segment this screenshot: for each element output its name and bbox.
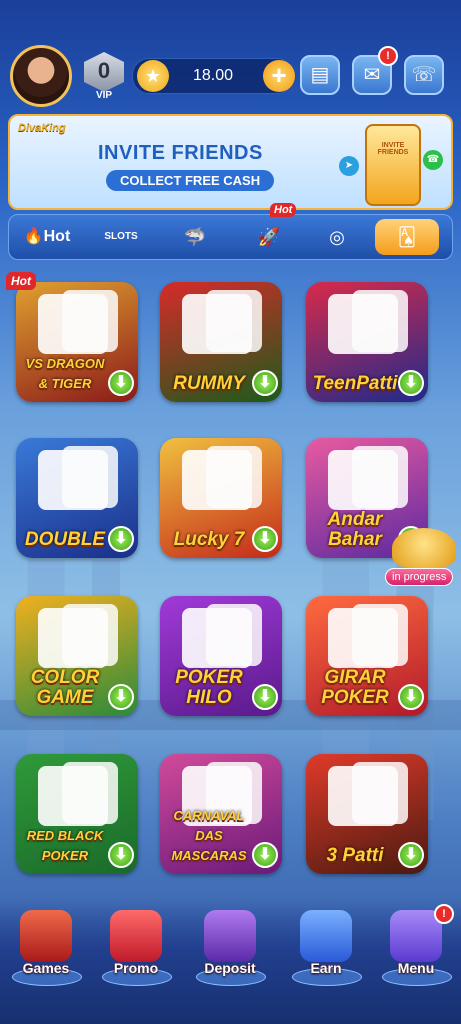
mail-badge: ! <box>378 46 398 66</box>
game-title: VS DRAGON & TIGER <box>25 356 105 391</box>
game-title: Lucky 7 <box>173 529 245 550</box>
gift-icon <box>110 910 162 962</box>
download-icon[interactable]: ⬇ <box>108 370 134 396</box>
game-tile[interactable]: COLOR GAME ⬇ <box>16 596 138 716</box>
top-bar: 0 VIP ★ 18.00 + ▤ ✉ ! ☏ <box>4 40 457 110</box>
banner-subtitle: COLLECT FREE CASH <box>106 170 275 191</box>
download-icon[interactable]: ⬇ <box>252 370 278 396</box>
game-tile[interactable]: RED BLACK POKER ⬇ <box>16 754 138 874</box>
roulette-icon: ◎ <box>329 227 345 247</box>
cards-icon: 🂡 <box>397 227 417 247</box>
game-tile[interactable]: 3 Patti ⬇ <box>306 754 428 874</box>
game-title: POKER HILO <box>175 667 243 708</box>
telegram-icon: ➤ <box>339 156 359 176</box>
hot-corner-tag: Hot <box>6 272 36 290</box>
game-title: COLOR GAME <box>30 667 100 708</box>
shark-icon: 🦈 <box>183 227 207 247</box>
phone-money-icon <box>300 910 352 962</box>
balance-amount: 18.00 <box>193 67 234 84</box>
game-title: RED BLACK POKER <box>26 828 104 863</box>
nav-deposit[interactable]: Deposit <box>190 900 270 990</box>
whatsapp-icon: ☎ <box>423 150 443 170</box>
banner-phone-icon: INVITE FRIENDS <box>365 124 421 206</box>
game-tile[interactable]: TeenPatti ⬇ <box>306 282 428 402</box>
game-tile[interactable]: POKER HILO ⬇ <box>160 596 282 716</box>
game-title: 3 Patti <box>326 845 384 866</box>
nav-games[interactable]: Games <box>6 900 86 990</box>
tab-roulette[interactable]: ◎ <box>305 215 369 259</box>
tab-crash[interactable]: 🚀 <box>237 215 301 259</box>
playing-card-icon <box>352 446 408 508</box>
add-funds-button[interactable]: + <box>263 60 295 92</box>
genie-lamp-icon <box>392 528 456 568</box>
support-button[interactable]: ☏ <box>404 55 444 95</box>
game-title: TeenPatti <box>312 373 398 394</box>
download-icon[interactable]: ⬇ <box>398 370 424 396</box>
category-tabs: 🔥Hot SLOTS 🦈 🚀 ◎ 🂡 <box>8 214 453 260</box>
slots-icon: SLOTS <box>104 231 138 242</box>
nav-menu-label: Menu <box>397 960 435 976</box>
in-progress-badge: in progress <box>385 568 454 586</box>
invite-banner[interactable]: DivaKing INVITE FRIENDS COLLECT FREE CAS… <box>8 114 453 210</box>
wallet-button[interactable]: ▤ <box>300 55 340 95</box>
nav-promo[interactable]: Promo <box>96 900 176 990</box>
download-icon[interactable]: ⬇ <box>252 526 278 552</box>
coin-icon: ★ <box>137 60 169 92</box>
playing-card-icon <box>62 762 118 824</box>
download-icon[interactable]: ⬇ <box>108 684 134 710</box>
nav-deposit-label: Deposit <box>204 960 256 976</box>
game-title: RUMMY <box>173 373 245 394</box>
game-title: CARNAVAL DAS MASCARAS <box>171 808 247 863</box>
game-tile[interactable]: VS DRAGON & TIGER ⬇ <box>16 282 138 402</box>
download-icon[interactable]: ⬇ <box>108 842 134 868</box>
download-icon[interactable]: ⬇ <box>398 842 424 868</box>
playing-card-icon <box>62 290 118 352</box>
playing-card-icon <box>352 290 408 352</box>
vip-label: VIP <box>95 90 113 101</box>
game-title: DOUBLE <box>24 529 106 550</box>
tab-slots[interactable]: SLOTS <box>89 215 153 259</box>
balance-box: ★ 18.00 + <box>132 58 295 94</box>
wallet-icon <box>204 910 256 962</box>
playing-card-icon <box>352 604 408 666</box>
playing-card-icon <box>352 762 408 824</box>
slot-machine-icon <box>20 910 72 962</box>
bottom-nav: Games Promo Deposit Earn Menu ! <box>0 900 461 1024</box>
flame-icon: 🔥 <box>23 228 44 245</box>
playing-card-icon <box>206 604 262 666</box>
game-tile[interactable]: CARNAVAL DAS MASCARAS ⬇ <box>160 754 282 874</box>
game-tile[interactable]: DOUBLE ⬇ <box>16 438 138 558</box>
game-tile[interactable]: GIRAR POKER ⬇ <box>306 596 428 716</box>
tab-fishing[interactable]: 🦈 <box>163 215 227 259</box>
download-icon[interactable]: ⬇ <box>398 684 424 710</box>
banner-title: INVITE FRIENDS <box>98 142 263 164</box>
nav-promo-label: Promo <box>113 960 159 976</box>
menu-badge: ! <box>434 904 454 924</box>
playing-card-icon <box>206 290 262 352</box>
game-tile[interactable]: RUMMY ⬇ <box>160 282 282 402</box>
game-tile[interactable]: Lucky 7 ⬇ <box>160 438 282 558</box>
brand-logo: DivaKing <box>18 122 66 134</box>
game-title: Andar Bahar <box>327 509 383 550</box>
tab-hot[interactable]: 🔥Hot <box>15 215 79 259</box>
game-title: GIRAR POKER <box>321 667 389 708</box>
nav-earn[interactable]: Earn <box>286 900 366 990</box>
vip-level: 0 <box>97 58 111 83</box>
playing-card-icon <box>206 446 262 508</box>
nav-games-label: Games <box>22 960 70 976</box>
rocket-icon: 🚀 <box>257 227 281 247</box>
avatar[interactable] <box>10 45 72 107</box>
tab-cards[interactable]: 🂡 <box>375 219 439 255</box>
playing-card-icon <box>62 604 118 666</box>
download-icon[interactable]: ⬇ <box>252 684 278 710</box>
nav-earn-label: Earn <box>310 960 342 976</box>
download-icon[interactable]: ⬇ <box>252 842 278 868</box>
nav-menu[interactable]: Menu ! <box>376 900 456 990</box>
vip-badge[interactable]: 0 VIP <box>84 52 124 104</box>
banner-phone-text: INVITE FRIENDS <box>377 142 409 156</box>
download-icon[interactable]: ⬇ <box>108 526 134 552</box>
playing-card-icon <box>62 446 118 508</box>
hot-tag: Hot <box>270 203 297 217</box>
tab-hot-label: Hot <box>43 228 71 245</box>
